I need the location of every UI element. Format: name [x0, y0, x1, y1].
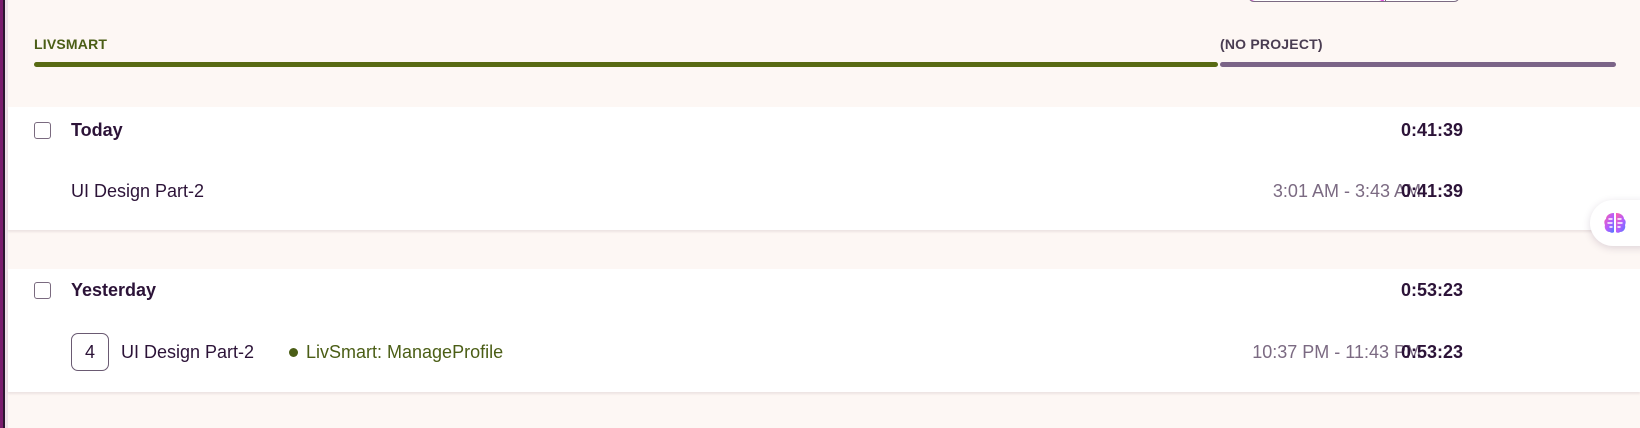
brain-icon [1604, 213, 1626, 233]
view-toggle-active-segment[interactable] [1249, 0, 1385, 1]
project-bar-no-project [1220, 62, 1616, 67]
view-toggle[interactable] [1248, 0, 1460, 2]
project-label-no-project: (NO PROJECT) [1220, 36, 1323, 52]
entry-description[interactable]: UI Design Part-2 [121, 342, 254, 363]
day-group-today: Today 0:41:39 UI Design Part-2 3:01 AM -… [8, 107, 1640, 230]
day-header: Today 0:41:39 [8, 110, 1640, 150]
ai-assistant-button[interactable] [1590, 200, 1640, 246]
project-color-dot-icon [289, 347, 298, 357]
project-label-livsmart: LIVSMART [34, 36, 108, 52]
entry-project-name: LivSmart: ManageProfile [306, 341, 504, 362]
time-entry-row[interactable]: 4 UI Design Part-2 LivSmart: ManageProfi… [8, 332, 1640, 372]
entry-group-count-badge[interactable]: 4 [71, 333, 109, 371]
time-entry-row[interactable]: UI Design Part-2 3:01 AM - 3:43 AM 0:41:… [8, 171, 1640, 211]
project-bar-livsmart [34, 62, 1218, 67]
sidebar-edge [0, 0, 8, 428]
day-header: Yesterday 0:53:23 [8, 270, 1640, 310]
entry-duration[interactable]: 0:53:23 [1361, 342, 1521, 363]
project-summary-bar: LIVSMART (NO PROJECT) [34, 34, 1616, 70]
view-toggle-divider [1385, 0, 1386, 1]
entry-description[interactable]: UI Design Part-2 [71, 181, 204, 202]
day-group-yesterday: Yesterday 0:53:23 4 UI Design Part-2 Liv… [8, 269, 1640, 392]
day-total-duration: 0:53:23 [1400, 279, 1463, 300]
entry-duration[interactable]: 0:41:39 [1361, 181, 1521, 202]
entry-project-tag[interactable]: LivSmart: ManageProfile [289, 342, 503, 363]
day-title: Today [71, 119, 123, 140]
day-total-duration: 0:41:39 [1400, 119, 1463, 140]
select-day-checkbox[interactable] [34, 121, 51, 139]
select-day-checkbox[interactable] [34, 281, 51, 299]
day-title: Yesterday [71, 279, 157, 300]
